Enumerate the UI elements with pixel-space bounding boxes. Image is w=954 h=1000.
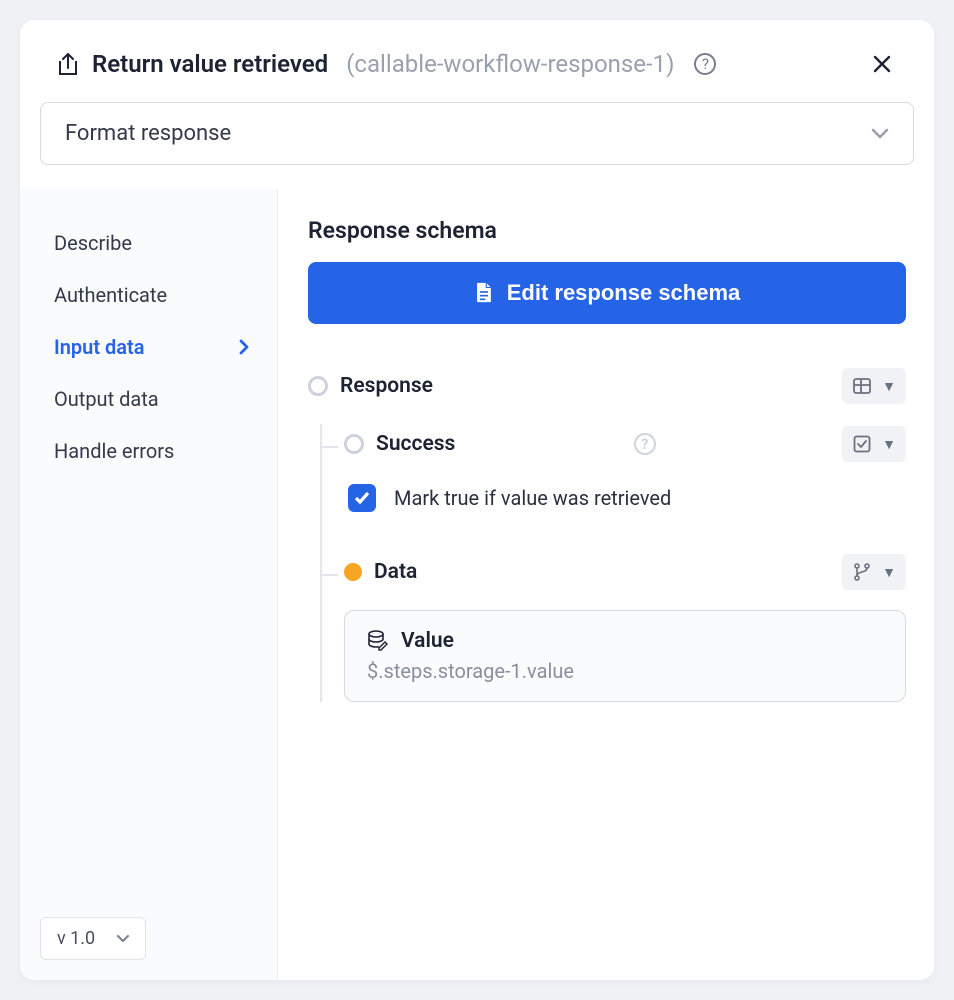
- tree-label: Success: [376, 432, 455, 456]
- sidebar-item-output-data[interactable]: Output data: [54, 373, 257, 425]
- checkbox-checked-icon[interactable]: [348, 484, 376, 512]
- storage-icon: [367, 630, 389, 652]
- sidebar-item-label: Describe: [54, 231, 132, 255]
- data-value-box[interactable]: Value $.steps.storage-1.value: [344, 610, 906, 702]
- chevron-down-icon: [871, 128, 889, 140]
- checkbox-label: Mark true if value was retrieved: [394, 486, 671, 510]
- checkbox-type-icon: [852, 434, 872, 454]
- help-icon[interactable]: ?: [634, 433, 656, 455]
- sidebar-item-label: Handle errors: [54, 439, 174, 463]
- table-icon: [852, 376, 872, 396]
- sidebar-item-label: Output data: [54, 387, 159, 411]
- sidebar-item-describe[interactable]: Describe: [54, 217, 257, 269]
- value-path: $.steps.storage-1.value: [367, 659, 883, 683]
- sidebar-item-label: Input data: [54, 335, 145, 359]
- mode-dropdown[interactable]: Format response: [40, 102, 914, 165]
- value-label: Value: [401, 629, 454, 653]
- panel-title: Return value retrieved: [92, 50, 328, 78]
- sidebar-item-authenticate[interactable]: Authenticate: [54, 269, 257, 321]
- close-icon: [873, 55, 891, 73]
- version-selector[interactable]: v 1.0: [40, 917, 146, 960]
- chevron-right-icon: [239, 339, 249, 355]
- sidebar-item-label: Authenticate: [54, 283, 167, 307]
- version-label: v 1.0: [57, 928, 95, 949]
- success-type-badge[interactable]: ▼: [842, 426, 906, 462]
- main-content: Response schema Edit response schema Res…: [278, 189, 934, 980]
- chevron-down-icon: [117, 935, 129, 943]
- branch-icon: [852, 562, 872, 582]
- response-type-badge[interactable]: ▼: [842, 368, 906, 404]
- chevron-down-icon: ▼: [882, 378, 896, 395]
- bullet-ring-icon: [308, 376, 328, 396]
- return-value-icon: [56, 51, 80, 77]
- tree-label: Response: [340, 374, 433, 398]
- edit-button-label: Edit response schema: [507, 280, 741, 306]
- mode-dropdown-label: Format response: [65, 121, 231, 146]
- success-checkbox-row[interactable]: Mark true if value was retrieved: [344, 484, 906, 512]
- help-icon[interactable]: ?: [694, 53, 716, 75]
- data-type-badge[interactable]: ▼: [842, 554, 906, 590]
- sidebar: Describe Authenticate Input data Output …: [20, 189, 278, 980]
- sidebar-item-handle-errors[interactable]: Handle errors: [54, 425, 257, 477]
- chevron-down-icon: ▼: [882, 564, 896, 581]
- section-title: Response schema: [308, 217, 906, 244]
- edit-response-schema-button[interactable]: Edit response schema: [308, 262, 906, 324]
- sidebar-item-input-data[interactable]: Input data: [54, 321, 257, 373]
- chevron-down-icon: ▼: [882, 436, 896, 453]
- tree-label: Data: [374, 560, 417, 584]
- tree-node-data[interactable]: Data ▼: [344, 552, 906, 592]
- bullet-ring-icon: [344, 434, 364, 454]
- bullet-required-icon: [344, 563, 362, 581]
- panel-header: Return value retrieved (callable-workflo…: [20, 20, 934, 80]
- tree-node-response[interactable]: Response ▼: [308, 366, 906, 406]
- tree-node-success[interactable]: Success ? ▼: [344, 424, 906, 464]
- panel-subtitle: (callable-workflow-response-1): [346, 50, 674, 78]
- close-button[interactable]: [866, 48, 898, 80]
- document-icon: [474, 282, 493, 304]
